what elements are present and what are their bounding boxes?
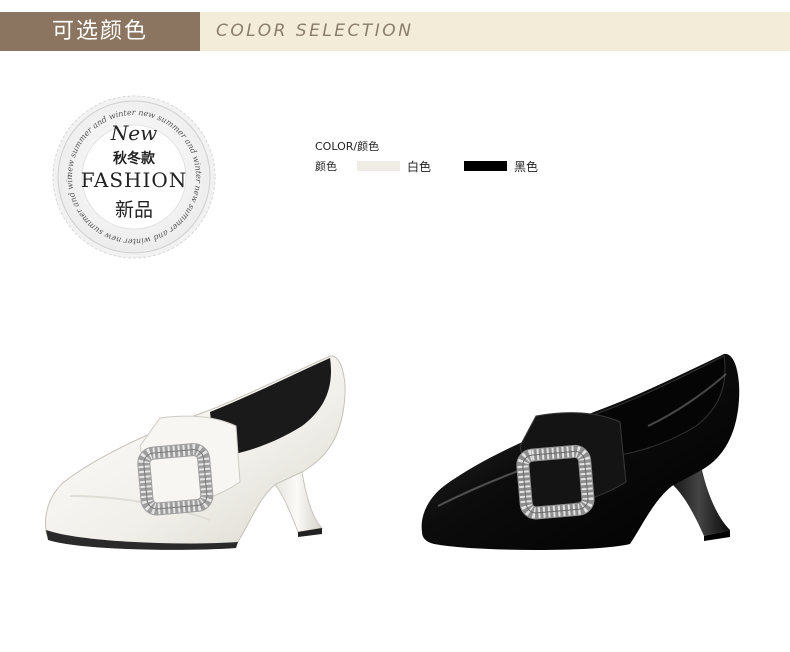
new-fashion-badge: new summer and winter new summer and win… [52, 95, 216, 259]
section-header: 可选颜色 COLOR SELECTION [0, 12, 790, 51]
color-info-title: COLOR/颜色 [315, 140, 380, 153]
black-color-swatch[interactable] [464, 161, 507, 171]
color-options-row: 颜色 白色 黑色 [315, 158, 575, 174]
black-shoe-image[interactable] [418, 346, 743, 561]
color-row-label: 颜色 [315, 160, 337, 173]
badge-new-label: New [110, 121, 158, 145]
section-title-cn: 可选颜色 [0, 12, 200, 51]
white-color-swatch[interactable] [357, 161, 400, 171]
white-shoe-image[interactable] [40, 346, 360, 556]
white-color-label: 白色 [407, 160, 432, 174]
badge-fashion-label: FASHION [80, 168, 188, 192]
section-title-en: COLOR SELECTION [200, 12, 790, 51]
badge-season-label: 秋冬款 [113, 151, 155, 167]
badge-new-cn-label: 新品 [114, 199, 153, 221]
black-color-label: 黑色 [514, 160, 539, 174]
